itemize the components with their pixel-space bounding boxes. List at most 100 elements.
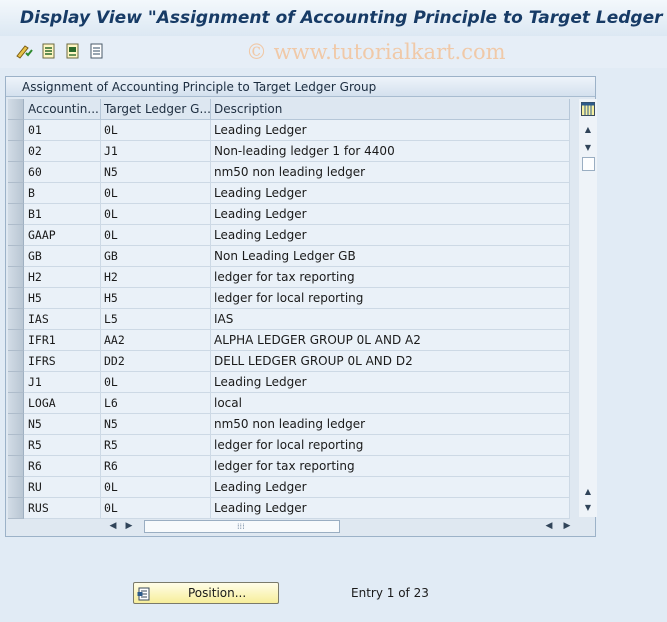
cell-target-ledger-group[interactable]: 0L	[101, 477, 211, 497]
table-row[interactable]: IAS L5 IAS	[8, 309, 570, 330]
cell-accounting-principle[interactable]: 01	[25, 120, 101, 140]
cell-accounting-principle[interactable]: H2	[25, 267, 101, 287]
cell-description[interactable]: Leading Ledger	[211, 120, 570, 140]
row-selector[interactable]	[8, 141, 24, 162]
cell-description[interactable]: Leading Ledger	[211, 498, 570, 518]
table-row[interactable]: H5 H5 ledger for local reporting	[8, 288, 570, 309]
scroll-right-arrow-icon[interactable]: ▶	[122, 519, 136, 533]
select-all-cell[interactable]	[8, 99, 24, 120]
row-selector[interactable]	[8, 435, 24, 456]
cell-target-ledger-group[interactable]: GB	[101, 246, 211, 266]
row-selector[interactable]	[8, 162, 24, 183]
cell-description[interactable]: Leading Ledger	[211, 225, 570, 245]
cell-accounting-principle[interactable]: RUS	[25, 498, 101, 518]
row-selector[interactable]	[8, 477, 24, 498]
cell-target-ledger-group[interactable]: AA2	[101, 330, 211, 350]
cell-accounting-principle[interactable]: IFR1	[25, 330, 101, 350]
cell-accounting-principle[interactable]: R5	[25, 435, 101, 455]
cell-description[interactable]: nm50 non leading ledger	[211, 414, 570, 434]
scroll-left-end-arrow-icon[interactable]: ◀	[542, 519, 556, 533]
cell-description[interactable]: ledger for tax reporting	[211, 267, 570, 287]
row-selector[interactable]	[8, 309, 24, 330]
cell-target-ledger-group[interactable]: H2	[101, 267, 211, 287]
row-selector[interactable]	[8, 414, 24, 435]
cell-target-ledger-group[interactable]: N5	[101, 162, 211, 182]
deselect-all-icon[interactable]	[88, 42, 106, 60]
cell-description[interactable]: Leading Ledger	[211, 372, 570, 392]
table-row[interactable]: H2 H2 ledger for tax reporting	[8, 267, 570, 288]
row-selector[interactable]	[8, 246, 24, 267]
cell-accounting-principle[interactable]: 02	[25, 141, 101, 161]
scroll-down-arrow-icon[interactable]: ▼	[579, 501, 597, 515]
cell-accounting-principle[interactable]: 60	[25, 162, 101, 182]
cell-target-ledger-group[interactable]: 0L	[101, 204, 211, 224]
position-button[interactable]: Position...	[133, 582, 279, 604]
table-row[interactable]: R6 R6 ledger for tax reporting	[8, 456, 570, 477]
table-row[interactable]: R5 R5 ledger for local reporting	[8, 435, 570, 456]
scroll-up-arrow-icon[interactable]: ▲	[579, 123, 597, 137]
cell-accounting-principle[interactable]: N5	[25, 414, 101, 434]
select-all-icon[interactable]	[40, 42, 58, 60]
table-row[interactable]: B 0L Leading Ledger	[8, 183, 570, 204]
column-header-accounting-principle[interactable]: Accountin...	[25, 99, 101, 120]
table-row[interactable]: GB GB Non Leading Ledger GB	[8, 246, 570, 267]
table-settings-icon[interactable]	[581, 101, 595, 116]
table-row[interactable]: 01 0L Leading Ledger	[8, 120, 570, 141]
table-row[interactable]: 02 J1 Non-leading ledger 1 for 4400	[8, 141, 570, 162]
cell-accounting-principle[interactable]: IFRS	[25, 351, 101, 371]
cell-description[interactable]: Leading Ledger	[211, 477, 570, 497]
cell-accounting-principle[interactable]: H5	[25, 288, 101, 308]
row-selector[interactable]	[8, 204, 24, 225]
cell-description[interactable]: Non-leading ledger 1 for 4400	[211, 141, 570, 161]
cell-description[interactable]: Non Leading Ledger GB	[211, 246, 570, 266]
cell-target-ledger-group[interactable]: 0L	[101, 120, 211, 140]
cell-target-ledger-group[interactable]: 0L	[101, 498, 211, 518]
row-selector[interactable]	[8, 288, 24, 309]
cell-accounting-principle[interactable]: B1	[25, 204, 101, 224]
column-header-description[interactable]: Description	[211, 99, 570, 120]
cell-description[interactable]: ALPHA LEDGER GROUP 0L AND A2	[211, 330, 570, 350]
cell-description[interactable]: DELL LEDGER GROUP 0L AND D2	[211, 351, 570, 371]
row-selector[interactable]	[8, 351, 24, 372]
cell-target-ledger-group[interactable]: L5	[101, 309, 211, 329]
cell-description[interactable]: nm50 non leading ledger	[211, 162, 570, 182]
row-selector[interactable]	[8, 330, 24, 351]
vertical-scrollbar[interactable]: ▲ ▼ ▲ ▼	[579, 99, 597, 517]
row-selector[interactable]	[8, 267, 24, 288]
table-row[interactable]: RUS 0L Leading Ledger	[8, 498, 570, 519]
cell-accounting-principle[interactable]: GB	[25, 246, 101, 266]
cell-accounting-principle[interactable]: GAAP	[25, 225, 101, 245]
cell-target-ledger-group[interactable]: DD2	[101, 351, 211, 371]
cell-description[interactable]: ledger for tax reporting	[211, 456, 570, 476]
column-header-target-ledger-group[interactable]: Target Ledger G...	[101, 99, 211, 120]
cell-description[interactable]: IAS	[211, 309, 570, 329]
cell-description[interactable]: local	[211, 393, 570, 413]
cell-target-ledger-group[interactable]: 0L	[101, 225, 211, 245]
table-row[interactable]: LOGA L6 local	[8, 393, 570, 414]
cell-accounting-principle[interactable]: J1	[25, 372, 101, 392]
table-row[interactable]: B1 0L Leading Ledger	[8, 204, 570, 225]
cell-target-ledger-group[interactable]: 0L	[101, 372, 211, 392]
cell-target-ledger-group[interactable]: 0L	[101, 183, 211, 203]
table-row[interactable]: N5 N5 nm50 non leading ledger	[8, 414, 570, 435]
cell-description[interactable]: Leading Ledger	[211, 204, 570, 224]
row-selector[interactable]	[8, 225, 24, 246]
cell-target-ledger-group[interactable]: R6	[101, 456, 211, 476]
scroll-up-bottom-arrow-icon[interactable]: ▲	[579, 485, 597, 499]
horizontal-scrollbar[interactable]: ◀ ▶ ⁞⁞⁞ ◀ ▶	[106, 517, 580, 535]
cell-description[interactable]: ledger for local reporting	[211, 288, 570, 308]
horizontal-scroll-thumb[interactable]: ⁞⁞⁞	[144, 520, 340, 533]
row-selector[interactable]	[8, 456, 24, 477]
scroll-down-page-arrow-icon[interactable]: ▼	[579, 141, 597, 155]
cell-target-ledger-group[interactable]: R5	[101, 435, 211, 455]
other-view-icon[interactable]	[15, 42, 33, 60]
scroll-thumb[interactable]	[582, 157, 595, 171]
cell-description[interactable]: Leading Ledger	[211, 183, 570, 203]
row-selector[interactable]	[8, 120, 24, 141]
select-block-icon[interactable]	[64, 42, 82, 60]
scroll-right-end-arrow-icon[interactable]: ▶	[560, 519, 574, 533]
row-selector[interactable]	[8, 498, 24, 519]
table-row[interactable]: RU 0L Leading Ledger	[8, 477, 570, 498]
row-selector[interactable]	[8, 393, 24, 414]
cell-target-ledger-group[interactable]: H5	[101, 288, 211, 308]
